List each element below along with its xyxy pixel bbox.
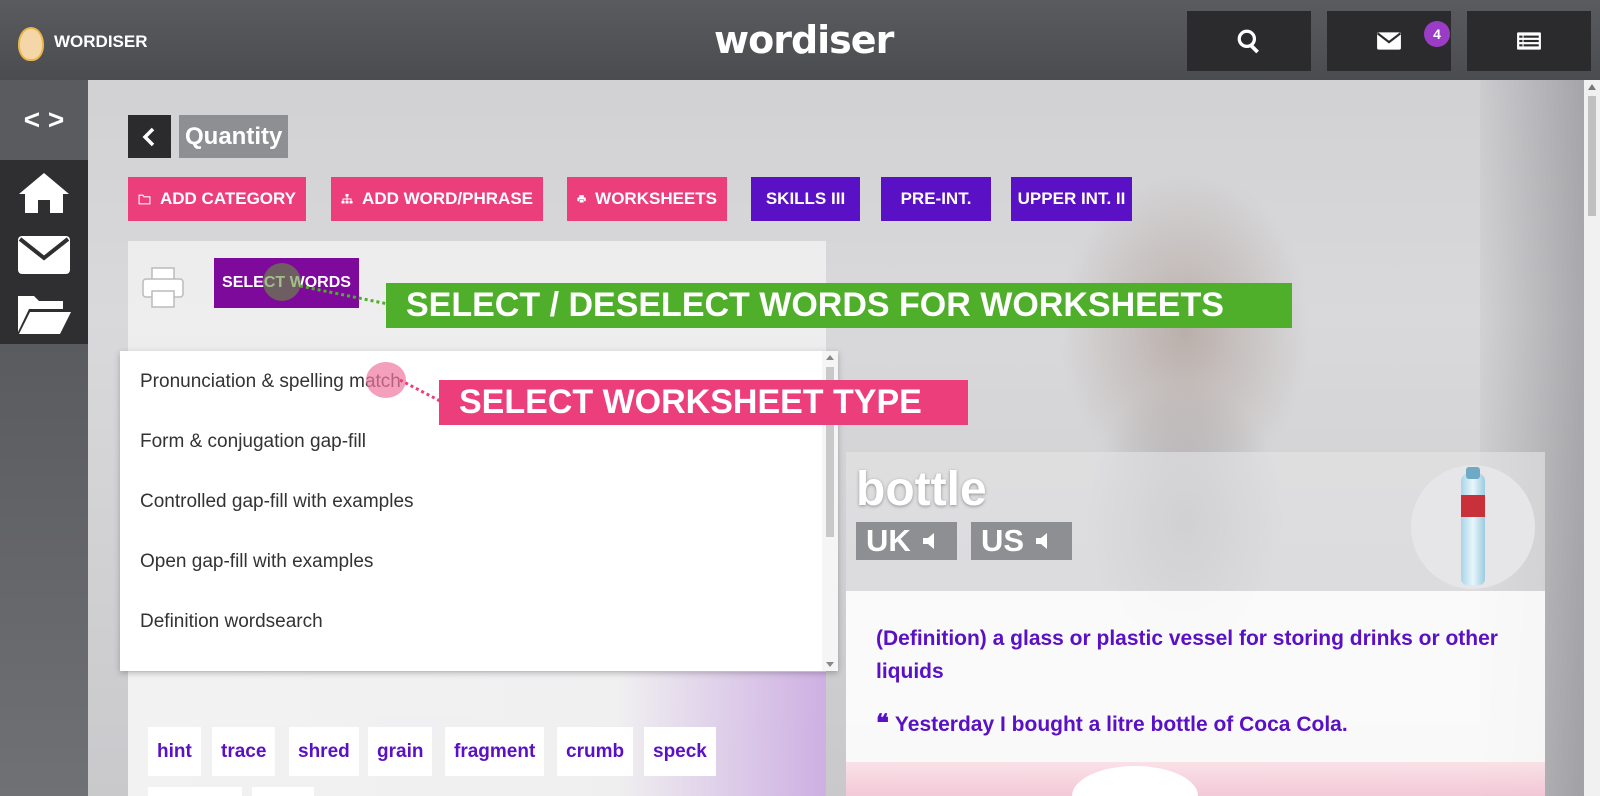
speaker-icon — [922, 533, 934, 549]
scrollbar-thumb[interactable] — [1588, 96, 1596, 216]
worksheet-type-option[interactable]: Definition wordsearch — [140, 611, 323, 633]
word-chip[interactable]: speck — [644, 727, 716, 776]
brand-avatar-icon[interactable] — [18, 27, 44, 61]
us-label: US — [981, 523, 1025, 558]
click-indicator — [263, 263, 301, 301]
sidebar-background — [0, 344, 88, 796]
worksheets-button[interactable]: WORKSHEETS — [567, 177, 727, 221]
word-chip[interactable] — [148, 787, 242, 796]
message-count-badge: 4 — [1424, 21, 1450, 47]
home-icon[interactable] — [16, 170, 72, 216]
word-example: ❝ Yesterday I bought a litre bottle of Co… — [876, 708, 1526, 737]
printer-icon — [577, 195, 586, 204]
word-chip[interactable] — [252, 787, 314, 796]
select-words-callout: SELECT / DESELECT WORDS FOR WORKSHEETS — [386, 283, 1292, 328]
search-icon — [1237, 29, 1259, 54]
skills-iii-button[interactable]: SKILLS III — [751, 177, 860, 221]
bottle-image — [1461, 473, 1485, 585]
top-bar: WORDISER wordiser 4 — [0, 0, 1600, 80]
example-text: Yesterday I bought a litre bottle of Coc… — [894, 713, 1348, 736]
word-chip[interactable]: fragment — [445, 727, 545, 776]
word-chip[interactable]: trace — [212, 727, 276, 776]
word-chip[interactable]: hint — [148, 727, 201, 776]
page-title: Quantity — [179, 115, 289, 158]
pre-int-label: PRE-INT. — [900, 189, 972, 208]
scroll-up-icon[interactable] — [1588, 84, 1596, 90]
page-scrollbar[interactable] — [1584, 80, 1600, 796]
us-pronunciation-button[interactable]: US — [971, 522, 1072, 560]
folder-icon — [138, 194, 151, 205]
mail-icon[interactable] — [16, 232, 72, 278]
back-button[interactable] — [128, 115, 171, 158]
word-chip[interactable]: crumb — [557, 727, 634, 776]
pre-int-button[interactable]: PRE-INT. — [881, 177, 991, 221]
sitemap-icon — [341, 193, 353, 204]
word-definition: (Definition) a glass or plastic vessel f… — [876, 627, 1498, 683]
scroll-down-icon[interactable] — [826, 662, 834, 667]
worksheet-type-option[interactable]: Pronunciation & spelling match — [140, 371, 401, 393]
worksheet-type-option[interactable]: Controlled gap-fill with examples — [140, 491, 414, 513]
callout-connector — [400, 378, 442, 404]
mail-icon — [1376, 32, 1402, 50]
uk-label: UK — [866, 523, 911, 558]
brand-name[interactable]: WORDISER — [54, 32, 148, 52]
sidebar-toggle-button[interactable]: < > — [0, 80, 88, 160]
speaker-icon — [1036, 533, 1048, 549]
scroll-up-icon[interactable] — [826, 355, 834, 360]
bottle-label — [1461, 495, 1485, 517]
chevron-left-icon — [142, 127, 154, 146]
worksheet-type-option[interactable]: Form & conjugation gap-fill — [140, 431, 366, 453]
menu-button[interactable] — [1467, 11, 1591, 71]
printer-icon[interactable] — [140, 265, 186, 311]
add-category-label: ADD CATEGORY — [160, 189, 296, 208]
search-button[interactable] — [1187, 11, 1311, 71]
callout-connector — [300, 284, 388, 306]
word-chip[interactable]: shred — [289, 727, 359, 776]
add-word-button[interactable]: ADD WORD/PHRASE — [331, 177, 543, 221]
worksheet-type-option[interactable]: Open gap-fill with examples — [140, 551, 373, 573]
app-logo[interactable]: wordiser — [714, 18, 894, 62]
word-title: bottle — [856, 463, 987, 516]
add-category-button[interactable]: ADD CATEGORY — [128, 177, 306, 221]
worksheet-type-callout: SELECT WORKSHEET TYPE — [439, 380, 968, 425]
quote-icon: ❝ — [876, 708, 889, 737]
bottle-cap — [1466, 467, 1480, 479]
worksheets-label: WORKSHEETS — [595, 189, 717, 208]
skills-iii-label: SKILLS III — [765, 189, 846, 208]
folder-icon[interactable] — [16, 290, 72, 336]
add-word-label: ADD WORD/PHRASE — [362, 189, 533, 208]
word-chip[interactable]: grain — [368, 727, 433, 776]
word-image — [1411, 465, 1535, 589]
list-icon — [1517, 32, 1541, 50]
uk-pronunciation-button[interactable]: UK — [856, 522, 957, 560]
messages-button[interactable]: 4 — [1327, 11, 1451, 71]
upper-int-ii-button[interactable]: UPPER INT. II — [1011, 177, 1132, 221]
upper-int-ii-label: UPPER INT. II — [1017, 189, 1126, 208]
sidebar — [0, 160, 88, 344]
